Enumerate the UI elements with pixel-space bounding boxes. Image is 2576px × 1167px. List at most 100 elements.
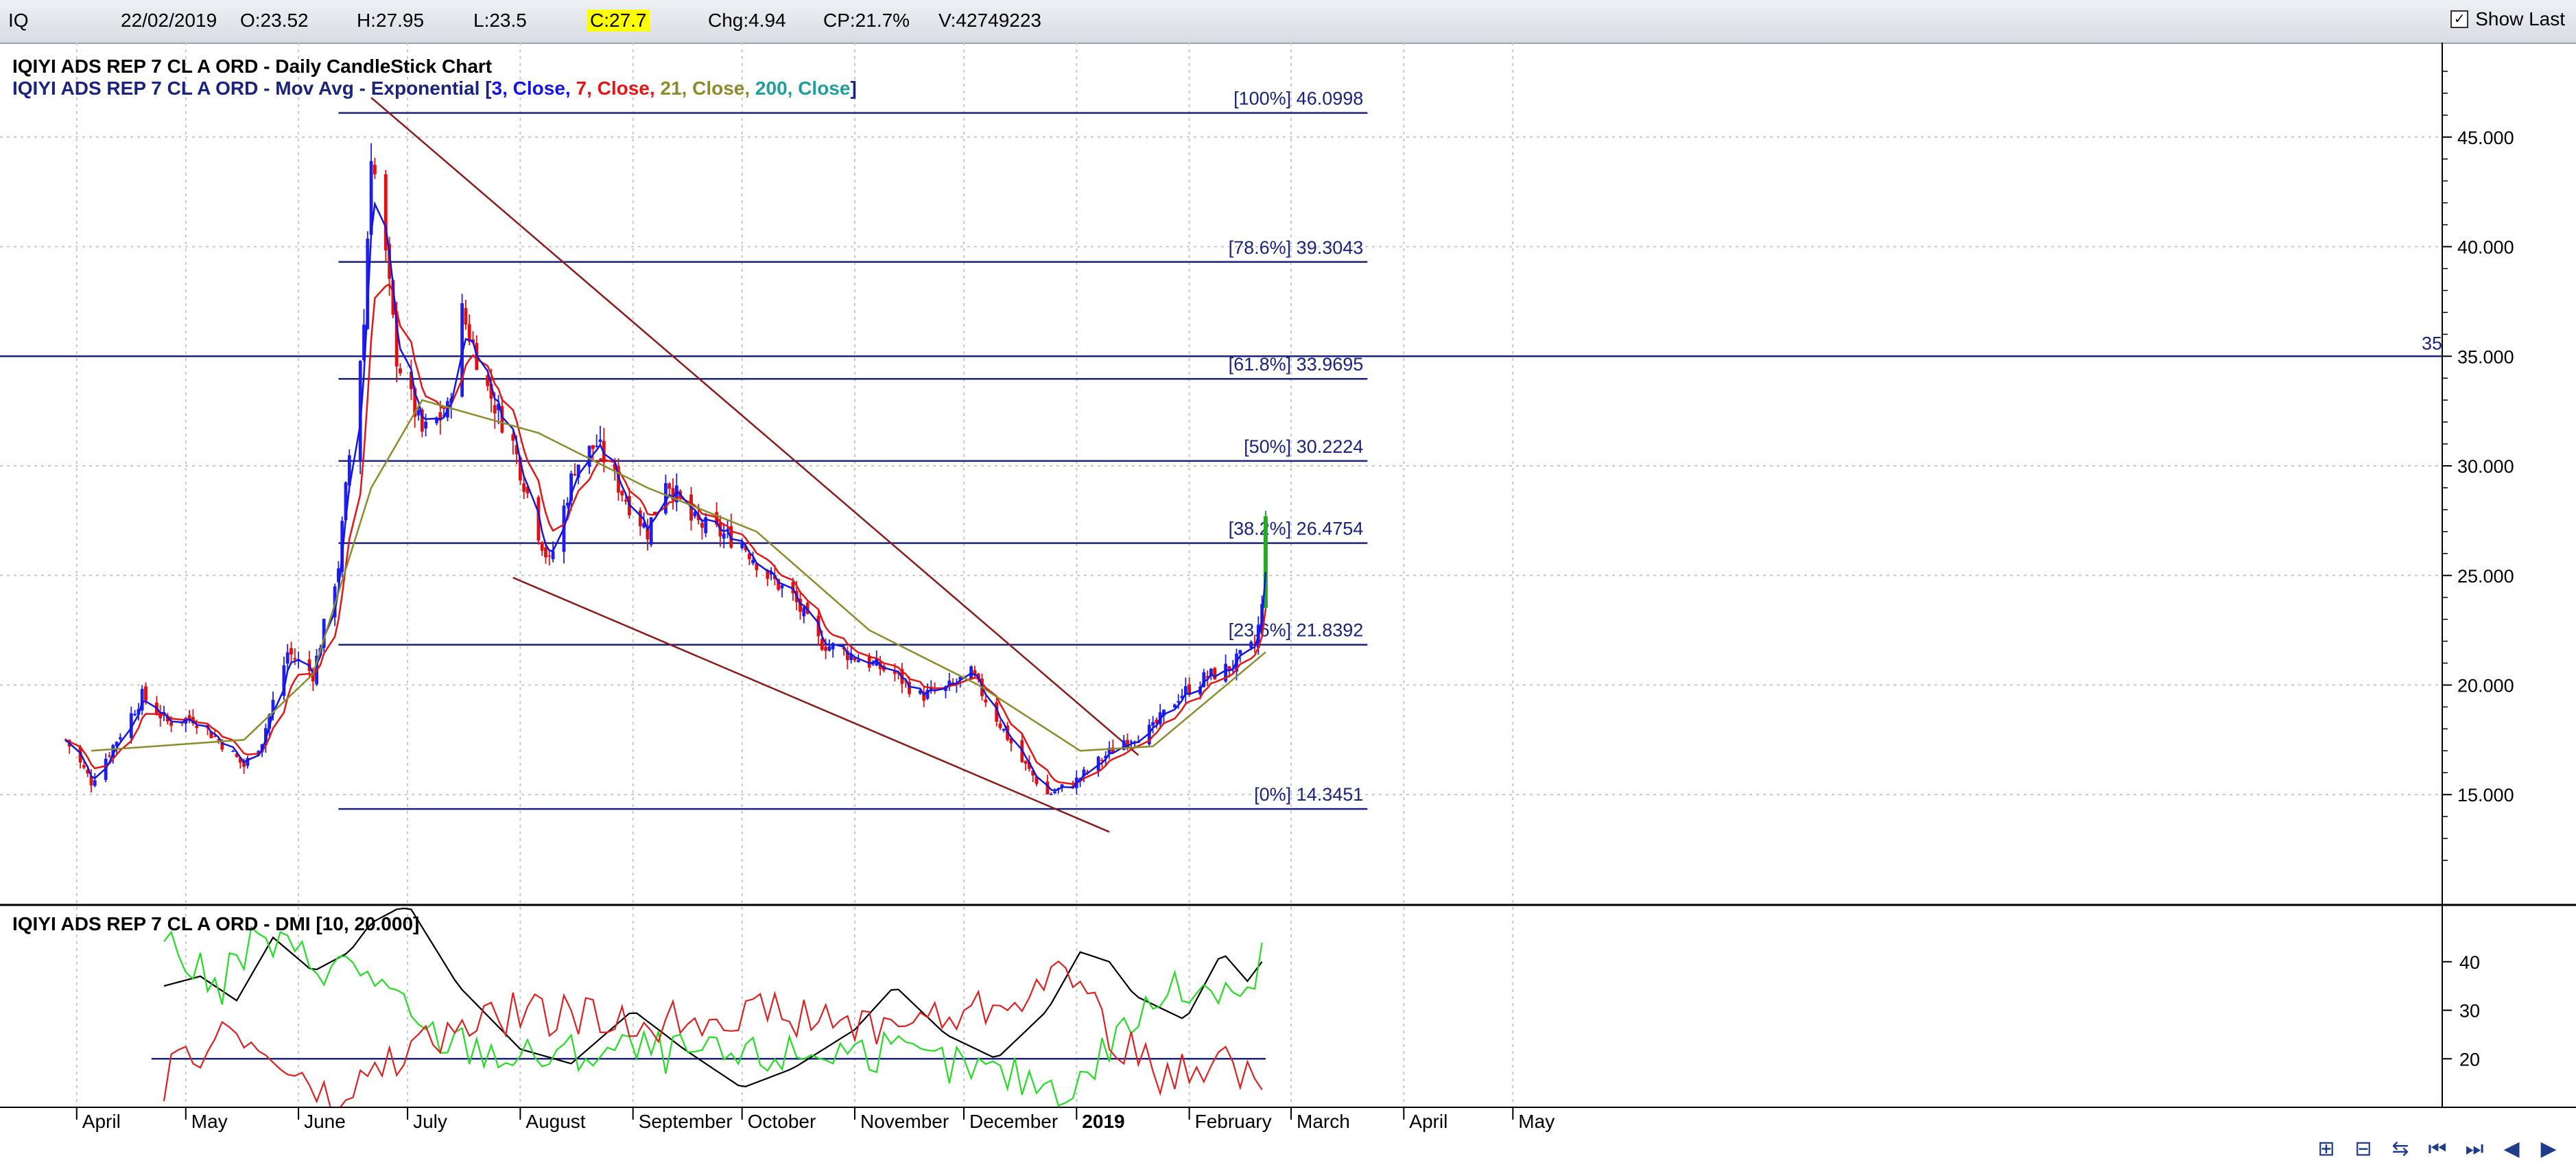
ema-legend-200: 200, Close xyxy=(755,78,851,99)
info-bar: IQ 22/02/2019 O:23.52 H:27.95 L:23.5 C:2… xyxy=(0,0,2576,44)
month-label-11: March xyxy=(1297,1111,1350,1132)
candle-body xyxy=(984,699,988,703)
candle-body xyxy=(802,607,806,617)
candle-body xyxy=(595,445,599,447)
candle-body xyxy=(108,755,111,757)
candle-body xyxy=(416,410,421,416)
fibonacci-levels: 35 [100%] 46.0998 [78.6%] 39.3043 [61.8%] 3… xyxy=(0,89,2442,810)
candle-body xyxy=(195,726,199,729)
candle-body xyxy=(751,560,755,563)
chart-area: 35 [100%] 46.0998 [78.6%] 39.3043 [61.8%] 3… xyxy=(0,43,2576,1132)
fib-label-0: [100%] 46.0998 xyxy=(1233,89,1363,109)
chart-window: IQ 22/02/2019 O:23.52 H:27.95 L:23.5 C:2… xyxy=(0,0,2576,1167)
candle-body xyxy=(119,737,122,740)
candle-body xyxy=(624,499,628,502)
month-label-8: December xyxy=(969,1111,1058,1132)
ema-legend: IQIYI ADS REP 7 CL A ORD - Mov Avg - Exp… xyxy=(12,78,857,99)
chart-title: IQIYI ADS REP 7 CL A ORD - Daily CandleS… xyxy=(12,56,492,77)
ema-legend-7: 7, Close, xyxy=(576,78,660,99)
date-label: 22/02/2019 xyxy=(121,10,217,31)
candle-body xyxy=(1238,650,1242,655)
candle-body xyxy=(82,765,86,768)
month-label-3: July xyxy=(413,1111,447,1132)
candle-body xyxy=(544,547,547,558)
month-label-7: November xyxy=(860,1111,949,1132)
candle-body xyxy=(587,445,591,467)
dmi-series-di xyxy=(163,960,1263,1107)
prev-icon[interactable]: ◀ xyxy=(2498,1135,2525,1162)
candle-body xyxy=(1249,641,1253,648)
high-value: H:27.95 xyxy=(357,10,425,31)
candles xyxy=(64,143,1268,796)
ema-legend-21: 21, Close, xyxy=(660,78,755,99)
candle-body xyxy=(740,543,744,548)
zoom-in-icon[interactable]: ⊞ xyxy=(2313,1135,2340,1162)
candle-body xyxy=(293,658,297,660)
next-icon[interactable]: ▶ xyxy=(2535,1135,2562,1162)
open-value: O:23.52 xyxy=(240,10,309,31)
show-last-label: Show Last xyxy=(2475,8,2565,30)
horizontal-line-label: 35 xyxy=(2422,333,2442,353)
month-label-2: June xyxy=(304,1111,346,1132)
candle-body xyxy=(620,491,624,496)
zoom-out-icon[interactable]: ⊟ xyxy=(2350,1135,2377,1162)
candle-body xyxy=(169,722,173,726)
month-label-13: May xyxy=(1518,1111,1555,1132)
dmi-lines xyxy=(151,907,1266,1107)
change-pct-value: CP:21.7% xyxy=(823,10,910,31)
ema-legend-3: 3, Close, xyxy=(492,78,576,99)
candle-body xyxy=(1177,700,1181,703)
time-axis: April May June July August September October No… xyxy=(75,1107,1555,1132)
candle-body xyxy=(573,473,577,475)
candle-body xyxy=(856,660,860,663)
candle-body xyxy=(144,686,147,701)
candle-body xyxy=(551,551,555,560)
fib-label-1: [78.6%] 39.3043 xyxy=(1229,237,1364,258)
candle-body xyxy=(289,648,293,655)
change-value: Chg:4.94 xyxy=(708,10,786,31)
price-axis: 15.000 20.000 25.000 30.000 35.000 40.000 45.0… xyxy=(2442,71,2514,1070)
y-tick-label-1: 20.000 xyxy=(2457,675,2514,696)
show-last-checkbox[interactable]: ✓ Show Last xyxy=(2450,8,2565,30)
dmi-series-di xyxy=(163,926,1263,1107)
dmi-title: IQIYI ADS REP 7 CL A ORD - DMI [10, 20.0… xyxy=(12,913,419,934)
y-tick-label-0: 15.000 xyxy=(2457,785,2514,805)
candle-body xyxy=(464,308,468,325)
candle-body xyxy=(827,646,831,651)
candle-body xyxy=(399,368,402,374)
trend-line-1 xyxy=(512,576,1110,833)
month-label-0: April xyxy=(82,1111,121,1132)
candle-body xyxy=(373,165,377,174)
last-icon[interactable]: ⏭ xyxy=(2461,1135,2488,1162)
ema21-line xyxy=(91,399,1266,752)
first-icon[interactable]: ⏮ xyxy=(2424,1135,2451,1162)
y-tick-label-2: 25.000 xyxy=(2457,566,2514,587)
candle-body xyxy=(667,483,672,489)
candle-body xyxy=(1053,792,1056,794)
month-label-10: February xyxy=(1195,1111,1272,1132)
y-tick-label-6: 45.000 xyxy=(2457,128,2514,148)
fib-label-2: [61.8%] 33.9695 xyxy=(1229,354,1364,375)
checkbox-icon[interactable]: ✓ xyxy=(2450,10,2469,28)
fib-label-6: [0%] 14.3451 xyxy=(1254,784,1363,805)
close-value: C:27.7 xyxy=(587,10,650,32)
candle-body xyxy=(93,780,97,786)
candle-body xyxy=(1002,729,1006,731)
candle-body xyxy=(1024,761,1028,764)
volume-value: V:42749223 xyxy=(938,10,1041,31)
dmi-tick-label-0: 20 xyxy=(2459,1049,2480,1070)
pan-icon[interactable]: ⇆ xyxy=(2387,1135,2414,1162)
ema-legend-prefix: IQIYI ADS REP 7 CL A ORD - Mov Avg - Exp… xyxy=(12,78,492,99)
fib-label-3: [50%] 30.2224 xyxy=(1244,436,1363,457)
candle-body xyxy=(522,483,526,492)
candle-body xyxy=(780,585,784,589)
y-tick-label-4: 35.000 xyxy=(2457,346,2514,367)
candle-body xyxy=(1049,794,1053,795)
grid xyxy=(0,43,2442,1107)
fib-label-4: [38.2%] 26.4754 xyxy=(1229,519,1364,539)
candle-body xyxy=(598,439,602,443)
symbol-label: IQ xyxy=(8,10,29,31)
candle-body xyxy=(1151,722,1155,726)
candle-body xyxy=(700,522,704,528)
dmi-tick-label-1: 30 xyxy=(2459,1001,2480,1022)
